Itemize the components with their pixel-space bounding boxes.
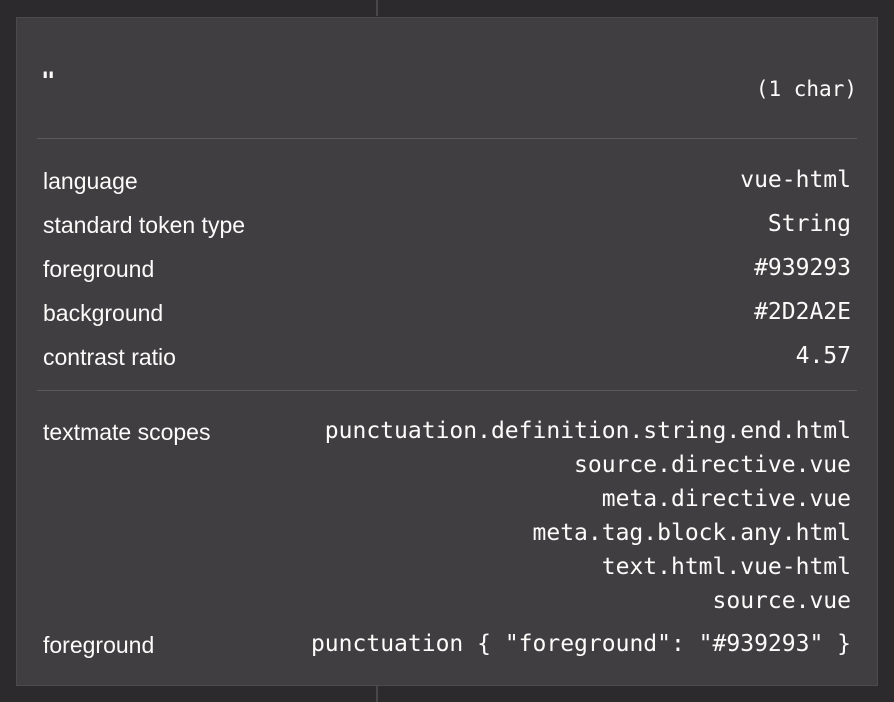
separator	[37, 390, 857, 391]
token-char-count: (1 char)	[755, 77, 857, 101]
info-label: language	[43, 168, 138, 194]
token-info-table: language vue-html standard token type St…	[43, 163, 851, 383]
token-header: " (1 char)	[37, 68, 857, 108]
info-row-foreground: foreground #939293	[43, 251, 851, 295]
info-label: standard token type	[43, 212, 246, 238]
editor-split-divider[interactable]	[376, 0, 378, 16]
info-row-language: language vue-html	[43, 163, 851, 207]
scope-item: meta.directive.vue	[601, 486, 851, 512]
info-row-contrast-ratio: contrast ratio 4.57	[43, 339, 851, 383]
scope-item: meta.tag.block.any.html	[532, 520, 852, 546]
info-label: background	[43, 300, 164, 326]
scope-item: source.vue	[712, 588, 851, 614]
token-text: "	[41, 67, 56, 95]
scope-item: text.html.vue-html	[601, 554, 851, 580]
textmate-scopes-list: punctuation.definition.string.end.html s…	[325, 414, 851, 618]
info-row-token-type: standard token type String	[43, 207, 851, 251]
foreground-rule: foreground punctuation { "foreground": "…	[43, 628, 851, 662]
separator	[37, 138, 857, 139]
foreground-rule-label: foreground	[43, 632, 155, 658]
info-value: 4.57	[795, 343, 851, 369]
textmate-scopes-label: textmate scopes	[43, 419, 211, 445]
info-row-background: background #2D2A2E	[43, 295, 851, 339]
scope-item: source.directive.vue	[574, 452, 851, 478]
foreground-rule-value: punctuation { "foreground": "#939293" }	[310, 631, 851, 657]
token-inspector-panel: " (1 char) language vue-html standard to…	[16, 17, 878, 686]
info-value: String	[767, 211, 851, 237]
info-label: contrast ratio	[43, 344, 176, 370]
scope-item: punctuation.definition.string.end.html	[324, 418, 851, 444]
info-value: vue-html	[740, 167, 851, 193]
info-value: #939293	[754, 255, 851, 281]
editor-split-divider[interactable]	[376, 686, 378, 702]
info-value: #2D2A2E	[754, 299, 851, 325]
info-label: foreground	[43, 256, 155, 282]
